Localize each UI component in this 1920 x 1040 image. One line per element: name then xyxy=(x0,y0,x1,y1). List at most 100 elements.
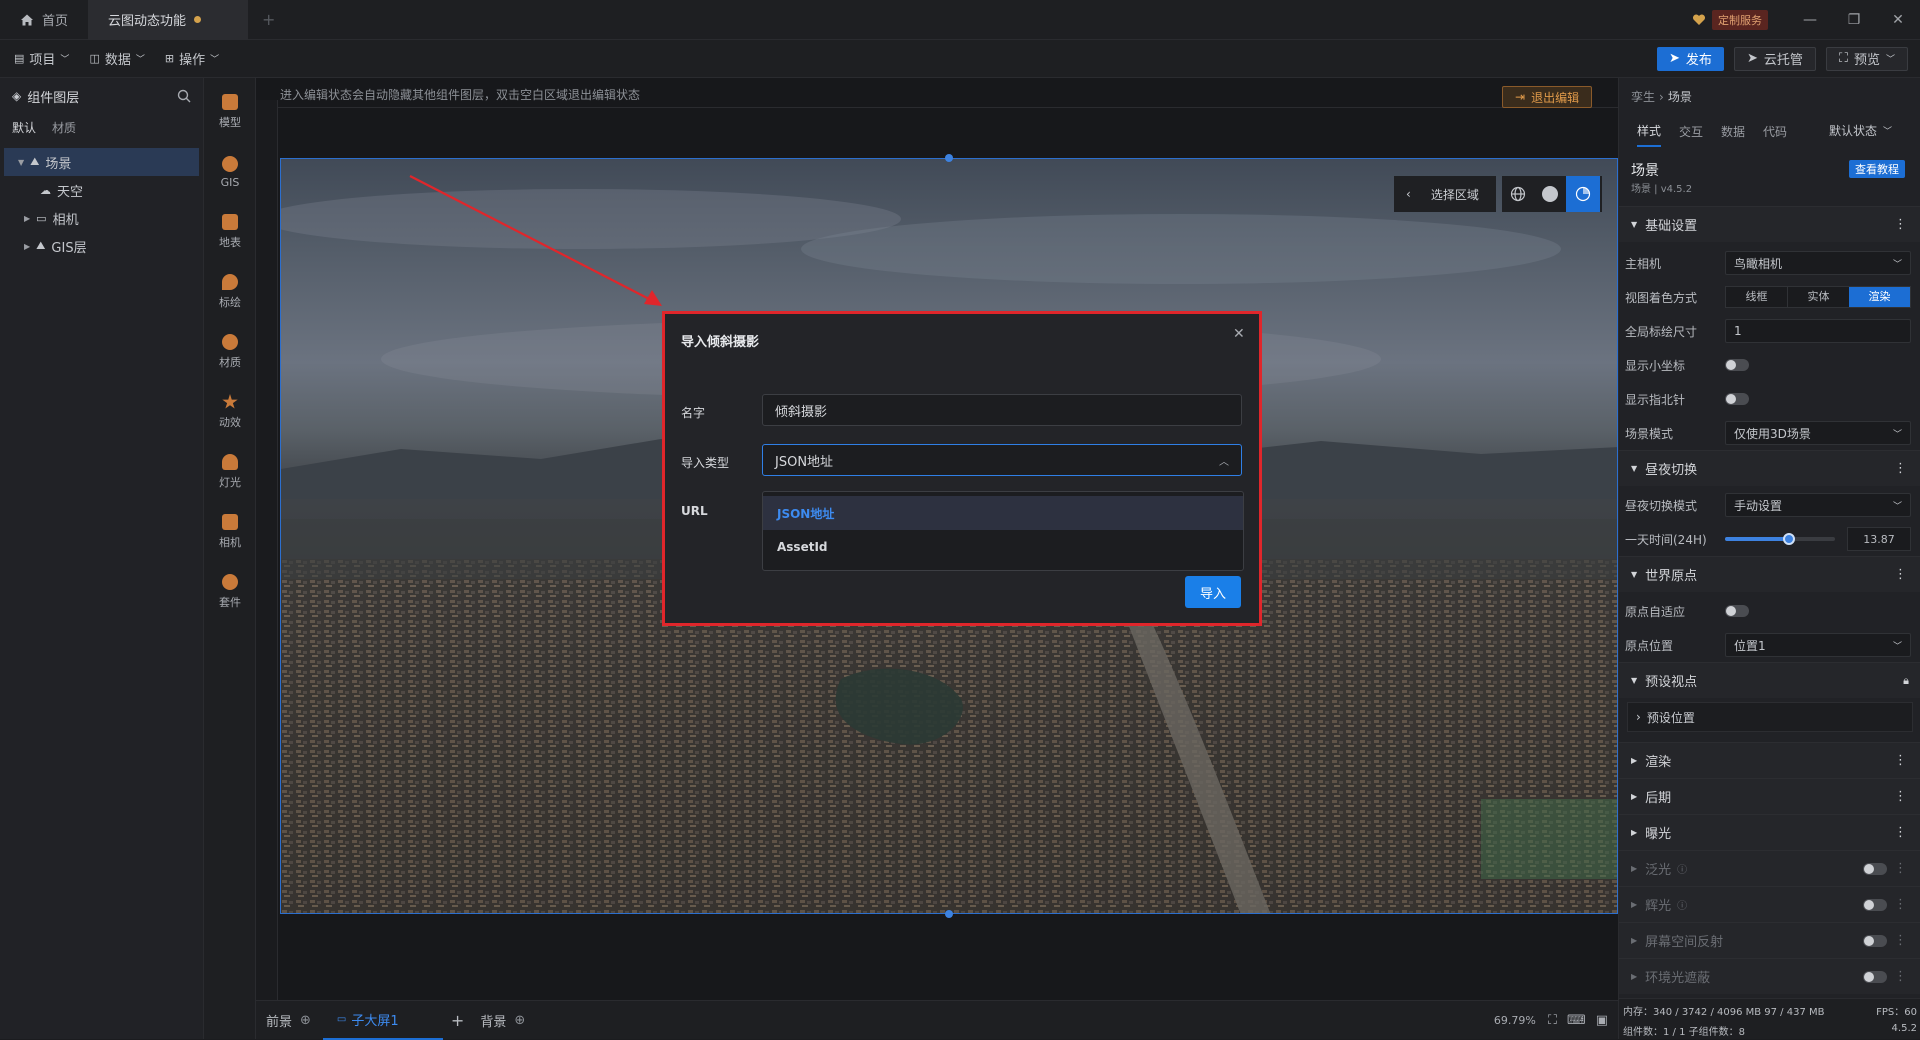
ssr-toggle[interactable] xyxy=(1863,935,1887,947)
tree-item-gis[interactable]: ▶ ⛰ GIS层 xyxy=(0,232,203,260)
view-mode-wireframe[interactable]: 线框 xyxy=(1726,287,1787,307)
global-scale-input[interactable]: 1 xyxy=(1725,319,1911,343)
name-input[interactable]: 倾斜摄影 xyxy=(762,394,1242,426)
tab-code[interactable]: 代码 xyxy=(1763,123,1787,146)
more-icon[interactable]: ⋮ xyxy=(1894,861,1907,876)
rail-gis[interactable]: GIS xyxy=(204,142,256,202)
import-button[interactable]: 导入 xyxy=(1185,576,1241,608)
restore-button[interactable]: ❐ xyxy=(1832,0,1876,40)
more-icon[interactable]: ⋮ xyxy=(1894,461,1907,476)
menu-data[interactable]: ◫ 数据 ﹀ xyxy=(79,40,154,78)
fit-screen-icon[interactable]: ⛶ xyxy=(1548,1013,1557,1028)
new-tab-button[interactable]: + xyxy=(262,10,275,29)
more-icon[interactable]: ⋮ xyxy=(1894,825,1907,840)
tab-data[interactable]: 数据 xyxy=(1721,123,1745,146)
option-json[interactable]: JSON地址 xyxy=(763,496,1243,530)
keyboard-icon[interactable]: ⌨ xyxy=(1567,1013,1586,1028)
menu-operate[interactable]: ⊞ 操作 ﹀ xyxy=(155,40,229,78)
publish-button[interactable]: ➤ 发布 xyxy=(1657,46,1724,71)
tree-item-sky[interactable]: ☁ 天空 xyxy=(0,176,203,204)
section-render[interactable]: ▶ 渲染 ⋮ xyxy=(1619,742,1920,778)
origin-pos-select[interactable]: 位置1 ﹀ xyxy=(1725,633,1911,657)
tab-home[interactable]: 首页 xyxy=(0,0,88,40)
exit-edit-button[interactable]: ⇥ 退出编辑 xyxy=(1502,86,1593,108)
more-icon[interactable]: ⋮ xyxy=(1894,789,1907,804)
more-icon[interactable]: ⋮ xyxy=(1894,897,1907,912)
add-tab-icon[interactable]: + xyxy=(451,1011,464,1030)
tab-interaction[interactable]: 交互 xyxy=(1679,123,1703,146)
tab-default[interactable]: 默认 xyxy=(12,119,36,136)
background-tab[interactable]: 背景 xyxy=(480,1011,506,1030)
solid-toggle[interactable] xyxy=(1534,176,1566,212)
view-mode-solid[interactable]: 实体 xyxy=(1787,287,1849,307)
section-preset[interactable]: ▼ 预设视点 🔒︎ xyxy=(1619,662,1920,698)
tab-project[interactable]: 云图动态功能 xyxy=(88,0,249,40)
sub-screen-tab[interactable]: ▭ 子大屏1 xyxy=(322,1001,443,1040)
globe-toggle[interactable] xyxy=(1502,176,1534,212)
rail-light[interactable]: 灯光 xyxy=(204,442,256,502)
select-region-control[interactable]: ‹ 选择区域 xyxy=(1394,176,1496,212)
section-bloom[interactable]: ▶ 泛光 ⓘ ⋮ xyxy=(1619,850,1920,886)
ao-toggle[interactable] xyxy=(1863,971,1887,983)
add-background-icon[interactable]: ⊕ xyxy=(514,1013,525,1028)
rail-material[interactable]: 材质 xyxy=(204,322,256,382)
search-icon[interactable] xyxy=(177,89,191,103)
section-post[interactable]: ▶ 后期 ⋮ xyxy=(1619,778,1920,814)
preset-position-item[interactable]: › 预设位置 xyxy=(1627,702,1913,732)
auto-origin-toggle[interactable] xyxy=(1725,605,1749,617)
option-assetid[interactable]: AssetId xyxy=(763,530,1243,564)
custom-service-button[interactable]: 定制服务 xyxy=(1692,9,1768,30)
section-ssr[interactable]: ▶ 屏幕空间反射 ⋮ xyxy=(1619,922,1920,958)
view-mode-render[interactable]: 渲染 xyxy=(1849,287,1910,307)
rail-kit[interactable]: 套件 xyxy=(204,562,256,622)
more-icon[interactable]: ⋮ xyxy=(1894,969,1907,984)
terminal-icon[interactable]: ▣ xyxy=(1596,1013,1608,1028)
import-type-select[interactable]: JSON地址 ︿ xyxy=(762,444,1242,476)
preview-button[interactable]: ⛶ 预览 ﹀ xyxy=(1825,46,1908,71)
section-basic[interactable]: ▼ 基础设置 ⋮ xyxy=(1619,206,1920,242)
tab-material[interactable]: 材质 xyxy=(52,119,76,136)
more-icon[interactable]: ⋮ xyxy=(1894,217,1907,232)
section-exposure[interactable]: ▶ 曝光 ⋮ xyxy=(1619,814,1920,850)
resize-handle[interactable] xyxy=(945,154,953,162)
rail-effect[interactable]: 动效 xyxy=(204,382,256,442)
lock-icon[interactable]: 🔒︎ xyxy=(1903,674,1909,688)
state-select[interactable]: 默认状态 ﹀ xyxy=(1829,122,1892,139)
section-daynight[interactable]: ▼ 昼夜切换 ⋮ xyxy=(1619,450,1920,486)
show-axis-toggle[interactable] xyxy=(1725,359,1749,371)
foreground-tab[interactable]: 前景 xyxy=(266,1011,292,1030)
more-icon[interactable]: ⋮ xyxy=(1894,567,1907,582)
render-toggle[interactable] xyxy=(1566,176,1600,212)
more-icon[interactable]: ⋮ xyxy=(1894,753,1907,768)
section-glow[interactable]: ▶ 辉光 ⓘ ⋮ xyxy=(1619,886,1920,922)
main-camera-select[interactable]: 鸟瞰相机 ﹀ xyxy=(1725,251,1911,275)
glow-toggle[interactable] xyxy=(1863,899,1887,911)
section-world-origin[interactable]: ▼ 世界原点 ⋮ xyxy=(1619,556,1920,592)
tree-item-scene[interactable]: ▼ ⛰ 场景 xyxy=(4,148,199,176)
scene-mode-select[interactable]: 仅使用3D场景 ﹀ xyxy=(1725,421,1911,445)
dialog-close-button[interactable]: ✕ xyxy=(1233,326,1245,342)
add-foreground-icon[interactable]: ⊕ xyxy=(300,1013,311,1028)
zoom-level[interactable]: 69.79% xyxy=(1494,1014,1536,1027)
tree-item-camera[interactable]: ▶ ▭ 相机 xyxy=(0,204,203,232)
show-compass-toggle[interactable] xyxy=(1725,393,1749,405)
rail-marker[interactable]: 标绘 xyxy=(204,262,256,322)
cloud-host-button[interactable]: ➤ 云托管 xyxy=(1733,46,1816,71)
bloom-toggle[interactable] xyxy=(1863,863,1887,875)
time-slider[interactable] xyxy=(1725,533,1835,545)
rail-model[interactable]: 模型 xyxy=(204,82,256,142)
close-window-button[interactable]: ✕ xyxy=(1876,0,1920,40)
more-icon[interactable]: ⋮ xyxy=(1894,933,1907,948)
daynight-mode-select[interactable]: 手动设置 ﹀ xyxy=(1725,493,1911,517)
section-ao[interactable]: ▶ 环境光遮蔽 ⋮ xyxy=(1619,958,1920,994)
breadcrumb-item[interactable]: 孪生 xyxy=(1631,88,1655,105)
time-input[interactable]: 13.87 xyxy=(1847,527,1911,551)
minimize-button[interactable]: — xyxy=(1788,0,1832,40)
tab-style[interactable]: 样式 xyxy=(1637,122,1662,147)
rail-camera[interactable]: 相机 xyxy=(204,502,256,562)
tutorial-button[interactable]: 查看教程 xyxy=(1849,160,1905,178)
resize-handle[interactable] xyxy=(945,910,953,918)
rail-terrain[interactable]: 地表 xyxy=(204,202,256,262)
menu-project[interactable]: ▤ 项目 ﹀ xyxy=(0,40,79,78)
time-slider-handle[interactable] xyxy=(1782,533,1795,545)
